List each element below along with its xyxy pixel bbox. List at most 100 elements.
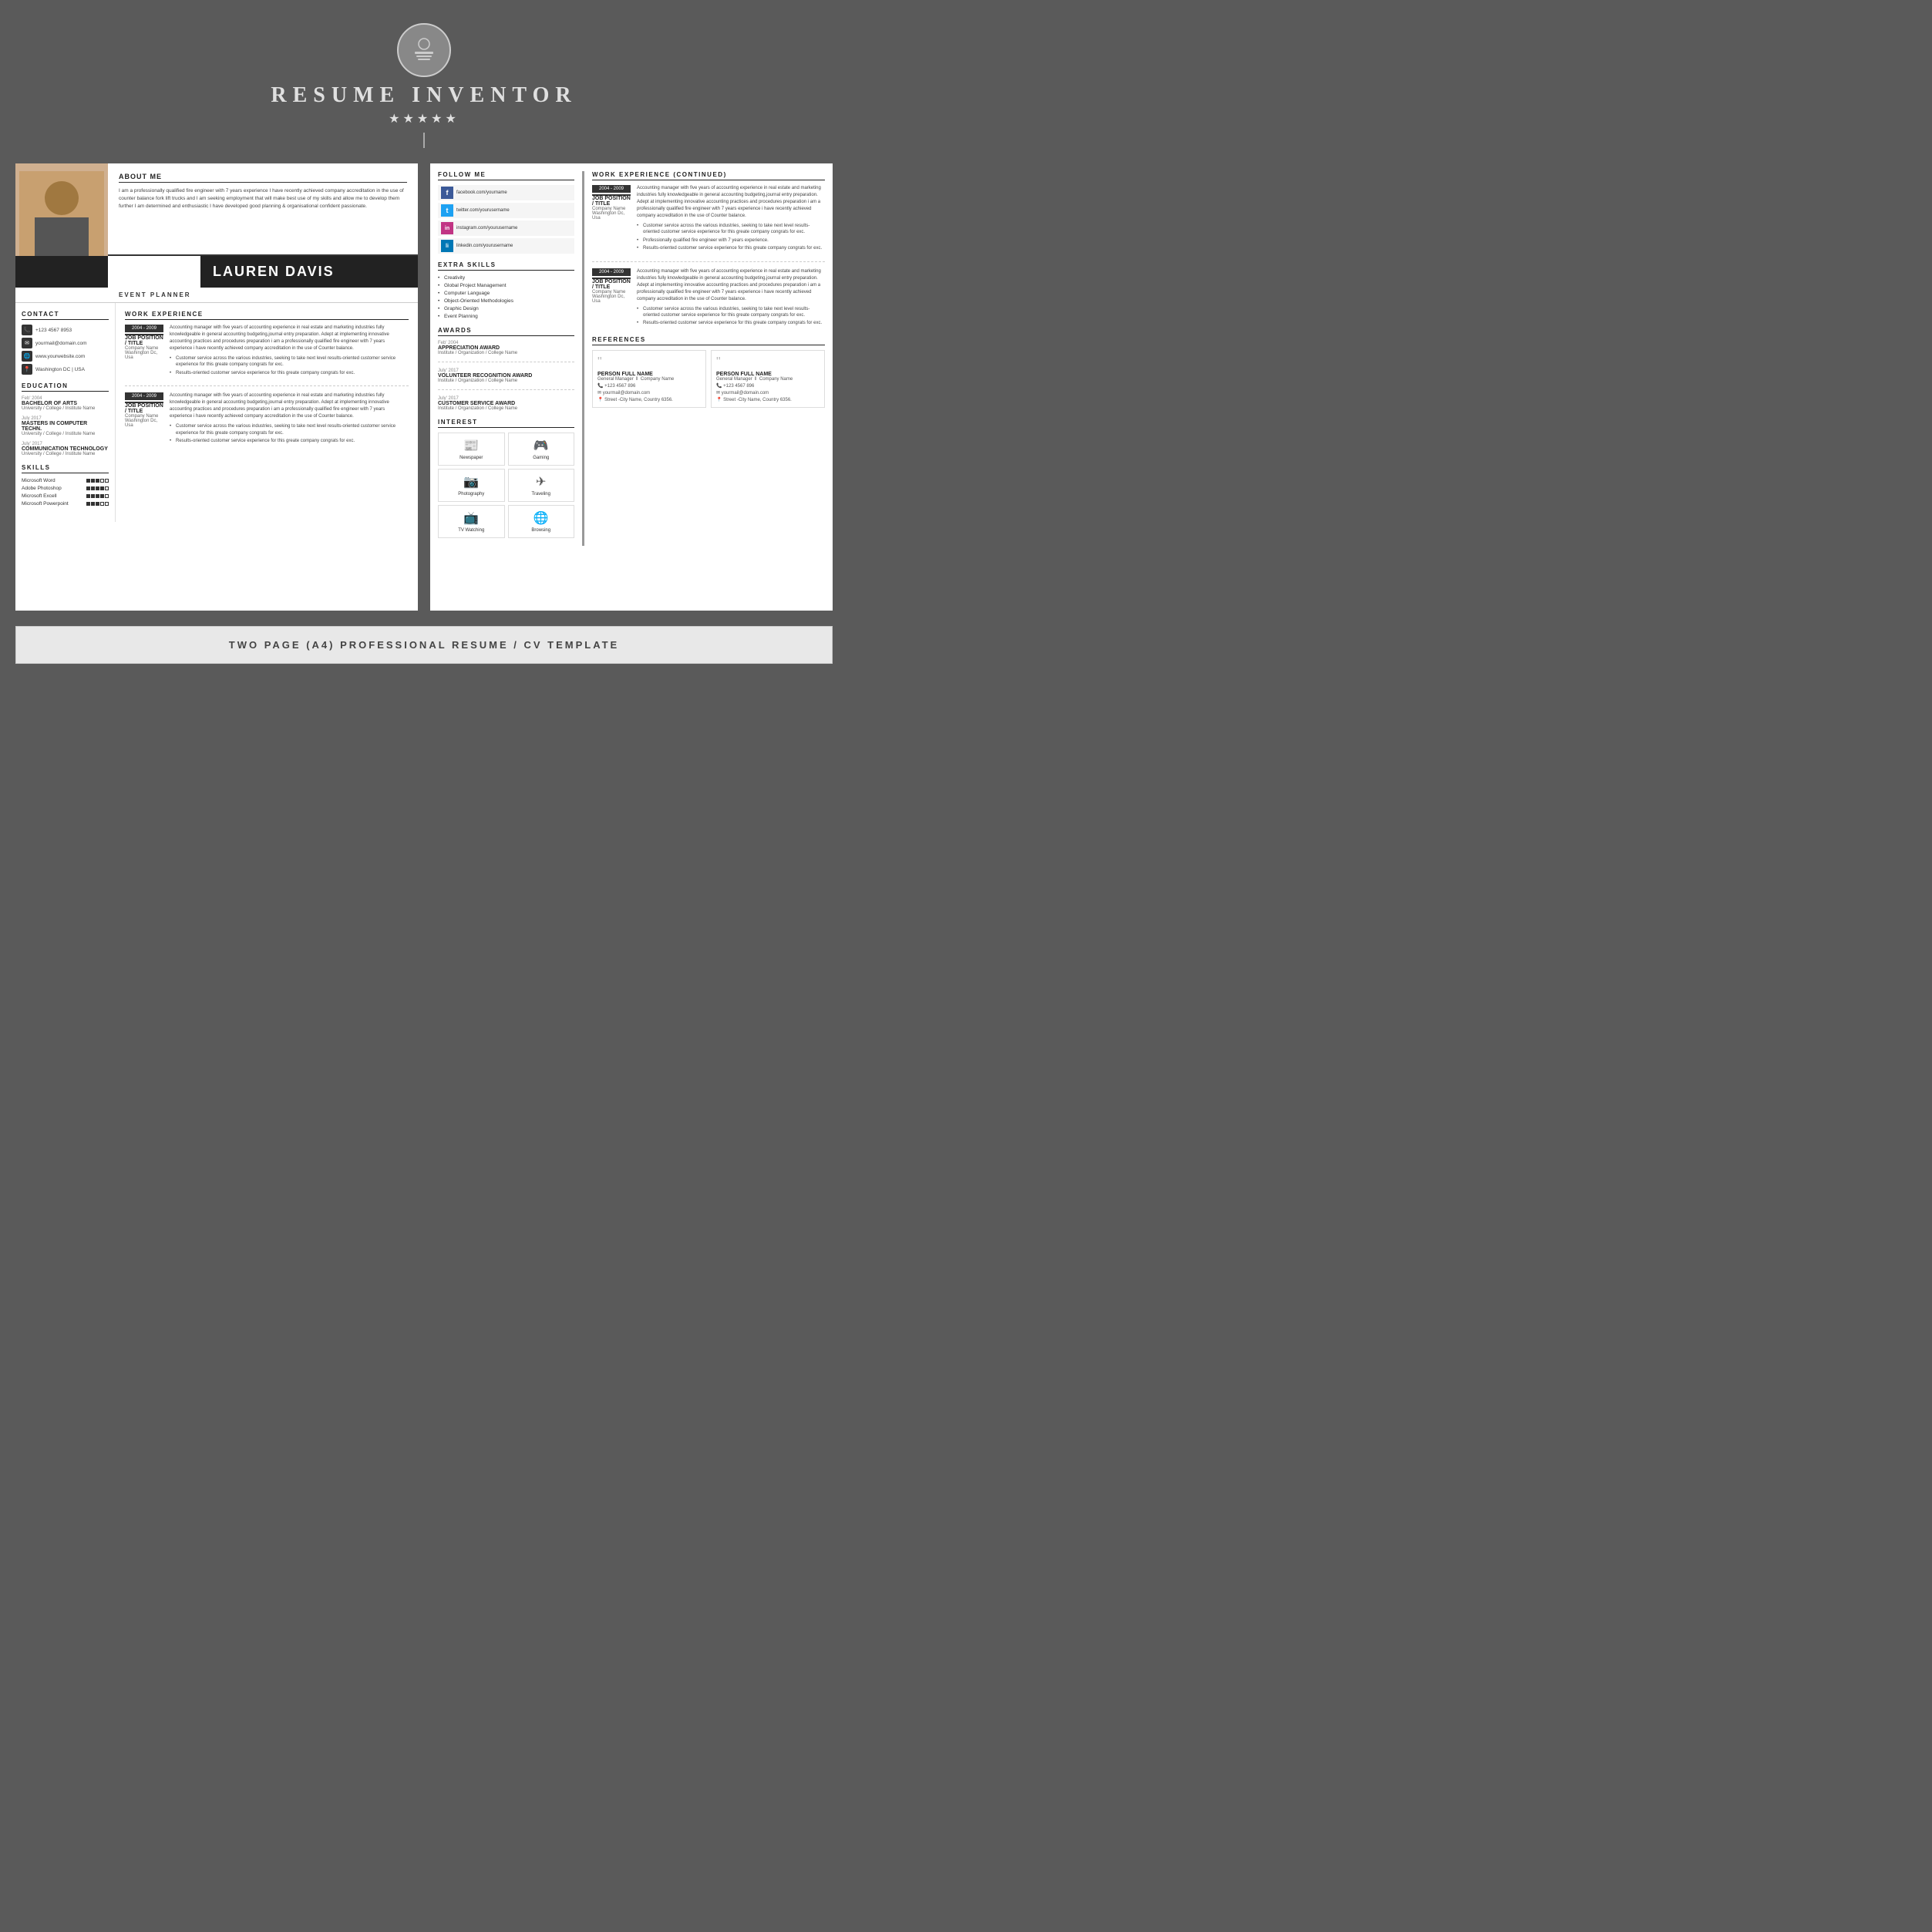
- tv-icon: 📺: [463, 510, 479, 526]
- work-cont-date-box-1: 2004 - 2009 JOB POSITION / TITLE Company…: [592, 185, 631, 254]
- follow-tw: t twitter.com/yourusername: [438, 203, 574, 218]
- ref-quote-1: ": [597, 355, 701, 369]
- work-location-1: Washington Dc, Usa: [125, 351, 163, 360]
- interest-grid: 📰 Newspaper 🎮 Gaming 📷 Photography: [438, 433, 574, 538]
- work-cont-desc-area-2: Accounting manager with five years of ac…: [637, 268, 825, 328]
- award-divider-2: [438, 389, 574, 390]
- dot: [86, 486, 90, 490]
- name-photo-bg: [15, 256, 108, 288]
- interest-section: INTEREST 📰 Newspaper 🎮 Gaming 📷 Photo: [438, 419, 574, 538]
- work-bullet-1-1: Results-oriented customer service experi…: [170, 370, 409, 376]
- skill-name-3: Microsoft Excell: [22, 493, 57, 499]
- skill-dots-1: [86, 479, 109, 483]
- dot: [96, 486, 99, 490]
- gaming-icon: 🎮: [533, 438, 549, 453]
- edu-item-3: July' 2017 COMMUNICATION TECHNOLOGY Univ…: [22, 442, 109, 456]
- award-name-2: CUSTOMER SERVICE AWARD: [438, 401, 574, 406]
- dot: [96, 502, 99, 506]
- award-0: Feb' 2004 APPRECIATION AWARD Institute /…: [438, 341, 574, 355]
- work-entry-1: 2004 - 2009 JOB POSITION / TITLE Company…: [125, 325, 409, 378]
- work-cont-bullet-2-1: Results-oriented customer service experi…: [637, 320, 825, 326]
- interest-traveling: ✈ Traveling: [508, 469, 575, 502]
- interest-label-newspaper: Newspaper: [459, 456, 483, 460]
- work-bullet-1-0: Customer service across the various indu…: [170, 355, 409, 369]
- dot: [86, 494, 90, 498]
- candidate-name: LAUREN DAVIS: [213, 264, 406, 280]
- instagram-icon: in: [441, 222, 453, 234]
- interest-label-gaming: Gaming: [533, 456, 549, 460]
- person-photo: [19, 171, 104, 256]
- work-desc-area-2: Accounting manager with five years of ac…: [170, 392, 409, 446]
- web-icon: 🌐: [22, 351, 32, 362]
- interest-label-browsing: Browsing: [531, 528, 550, 533]
- sidebar: CONTACT 📞 +123 4567 8953 ✉ yourmail@doma…: [15, 303, 116, 522]
- ref-quote-2: ": [716, 355, 820, 369]
- follow-li: li linkedin.com/yourusername: [438, 238, 574, 254]
- extra-skill-2: Computer Language: [438, 291, 574, 296]
- ref-title-1: General Manager ‖ Company Name: [597, 377, 701, 382]
- contact-email-item: ✉ yourmail@domain.com: [22, 338, 109, 348]
- extra-skills-title: EXTRA SKILLS: [438, 261, 574, 271]
- work-cont-location-1: Washington Dc, Usa: [592, 211, 631, 220]
- interest-label-traveling: Traveling: [532, 492, 550, 496]
- skill-name-1: Microsoft Word: [22, 478, 56, 483]
- interest-browsing: 🌐 Browsing: [508, 505, 575, 538]
- work-separator-1: [125, 385, 409, 386]
- newspaper-icon: 📰: [463, 438, 479, 453]
- work-entry-2: 2004 - 2009 JOB POSITION / TITLE Company…: [125, 392, 409, 446]
- work-date-box-1: 2004 - 2009 JOB POSITION / TITLE Company…: [125, 325, 163, 378]
- work-bullets-1: Customer service across the various indu…: [170, 355, 409, 376]
- extra-skill-0: Creativity: [438, 275, 574, 281]
- dot: [105, 502, 109, 506]
- name-section: LAUREN DAVIS: [15, 256, 418, 288]
- skills-section: SKILLS Microsoft Word Adobe Photoshop: [22, 464, 109, 507]
- work-date-box-2: 2004 - 2009 JOB POSITION / TITLE Company…: [125, 392, 163, 446]
- follow-fb: f facebook.com/yourname: [438, 185, 574, 200]
- references-section: REFERENCES " PERSON FULL NAME General Ma…: [592, 336, 825, 408]
- about-text: I am a professionally qualified fire eng…: [119, 187, 407, 210]
- contact-address-item: 📍 Washington DC | USA: [22, 364, 109, 375]
- skill-dots-2: [86, 486, 109, 490]
- award-org-2: Institute / Organization / College Name: [438, 406, 574, 411]
- work-position-2: JOB POSITION / TITLE: [125, 403, 163, 414]
- work-cont-company-2: Company Name: [592, 290, 631, 295]
- twitter-url: twitter.com/yourusername: [456, 208, 510, 213]
- edu-school-2: University / College / Institute Name: [22, 432, 109, 436]
- work-cont-date-box-2: 2004 - 2009 JOB POSITION / TITLE Company…: [592, 268, 631, 328]
- brand-header: RESUME INVENTOR ★★★★★: [271, 23, 577, 148]
- resume-page-2: FOLLOW ME f facebook.com/yourname t twit…: [430, 163, 833, 611]
- interest-title: INTEREST: [438, 419, 574, 428]
- browsing-icon: 🌐: [533, 510, 549, 526]
- work-cont-desc-1: Accounting manager with five years of ac…: [637, 185, 825, 220]
- brand-divider: [423, 133, 425, 148]
- page2-right: WORK EXPERIENCE (CONTINUED) 2004 - 2009 …: [584, 171, 833, 546]
- work-exp-title: WORK EXPERIENCE: [125, 311, 409, 320]
- skill-dots-4: [86, 502, 109, 506]
- dot: [91, 486, 95, 490]
- edu-school-1: University / College / Institute Name: [22, 406, 109, 411]
- interest-photography: 📷 Photography: [438, 469, 505, 502]
- work-cont-position-2: JOB POSITION / TITLE: [592, 279, 631, 290]
- dot: [105, 486, 109, 490]
- work-location-2: Washington Dc, Usa: [125, 419, 163, 428]
- dot: [100, 486, 104, 490]
- contact-address: Washington DC | USA: [35, 367, 85, 372]
- job-title-bar: EVENT PLANNER: [15, 288, 418, 303]
- contact-website-item: 🌐 www.yourwebsite.com: [22, 351, 109, 362]
- award-org-0: Institute / Organization / College Name: [438, 351, 574, 355]
- work-position-1: JOB POSITION / TITLE: [125, 335, 163, 346]
- dot: [96, 494, 99, 498]
- education-section: EDUCATION Feb' 2004 BACHELOR OF ARTS Uni…: [22, 382, 109, 456]
- education-title: EDUCATION: [22, 382, 109, 392]
- linkedin-url: linkedin.com/yourusername: [456, 244, 513, 248]
- ref-card-1: " PERSON FULL NAME General Manager ‖ Com…: [592, 350, 706, 408]
- award-2: July' 2017 CUSTOMER SERVICE AWARD Instit…: [438, 396, 574, 411]
- brand-stars: ★★★★★: [389, 111, 459, 126]
- interest-tv: 📺 TV Watching: [438, 505, 505, 538]
- work-desc-area-1: Accounting manager with five years of ac…: [170, 325, 409, 378]
- brand-title: RESUME INVENTOR: [271, 83, 577, 108]
- extra-skill-5: Event Planning: [438, 314, 574, 319]
- contact-title: CONTACT: [22, 311, 109, 320]
- ref-title-2: General Manager ‖ Company Name: [716, 377, 820, 382]
- contact-website: www.yourwebsite.com: [35, 354, 85, 359]
